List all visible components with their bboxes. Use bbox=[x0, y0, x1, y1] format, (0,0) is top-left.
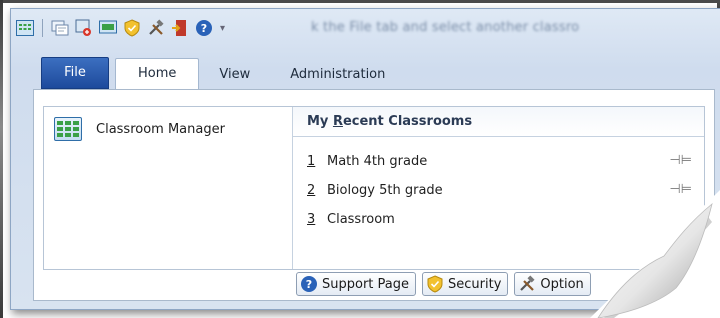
heading-prefix: My bbox=[307, 114, 333, 129]
recent-item[interactable]: 3 Classroom bbox=[307, 205, 692, 234]
classroom-manager-item[interactable]: Classroom Manager bbox=[54, 117, 225, 141]
tools-icon bbox=[518, 275, 536, 293]
security-button[interactable]: Security bbox=[422, 272, 509, 296]
toolbar-separator bbox=[42, 19, 43, 37]
recent-item-name: Biology 5th grade bbox=[327, 183, 443, 198]
title-hint-text: k the File tab and select another classr… bbox=[311, 20, 580, 35]
tools-icon[interactable] bbox=[146, 18, 166, 38]
help-icon[interactable]: ? bbox=[194, 18, 214, 38]
pin-icon[interactable]: ⊣⊨ bbox=[669, 182, 692, 197]
recent-item[interactable]: 1 Math 4th grade ⊣⊨ bbox=[307, 147, 692, 176]
recent-classrooms-list: 1 Math 4th grade ⊣⊨ 2 Biology 5th grade … bbox=[307, 147, 692, 234]
app-window: ? ▾ k the File tab and select another cl… bbox=[10, 8, 720, 310]
options-button[interactable]: Option bbox=[514, 272, 591, 296]
frame-top bbox=[0, 0, 720, 3]
tab-file-label: File bbox=[64, 65, 86, 80]
heading-suffix: ecent Classrooms bbox=[342, 114, 473, 129]
quick-access-toolbar: ? ▾ bbox=[15, 15, 225, 41]
screenshot-stage: ? ▾ k the File tab and select another cl… bbox=[0, 0, 720, 318]
grid-icon bbox=[54, 117, 82, 141]
recent-classrooms-section: My Recent Classrooms 1 Math 4th grade ⊣⊨… bbox=[293, 107, 704, 269]
recent-classrooms-heading: My Recent Classrooms bbox=[293, 107, 704, 137]
backstage-button-bar: ? Support Page Security Option bbox=[296, 272, 591, 296]
support-page-label: Support Page bbox=[322, 276, 409, 292]
recent-item-name: Math 4th grade bbox=[327, 154, 428, 169]
monitor-icon[interactable] bbox=[98, 18, 118, 38]
classroom-grid-icon[interactable] bbox=[15, 18, 35, 38]
support-page-button[interactable]: ? Support Page bbox=[296, 272, 416, 296]
customize-toolbar-dropdown[interactable]: ▾ bbox=[220, 23, 225, 34]
recent-item-number: 3 bbox=[307, 212, 316, 227]
exit-door-icon[interactable] bbox=[170, 18, 190, 38]
security-label: Security bbox=[448, 276, 502, 292]
recent-item-number: 1 bbox=[307, 154, 316, 169]
options-label: Option bbox=[540, 276, 584, 292]
send-files-icon[interactable] bbox=[74, 18, 94, 38]
svg-text:?: ? bbox=[201, 22, 207, 35]
message-icon[interactable] bbox=[50, 18, 70, 38]
heading-access-key: R bbox=[332, 114, 343, 129]
shield-icon[interactable] bbox=[122, 18, 142, 38]
shield-icon bbox=[426, 275, 444, 293]
pin-icon[interactable]: ⊣⊨ bbox=[669, 153, 692, 168]
backstage-content: Classroom Manager My Recent Classrooms 1… bbox=[43, 106, 705, 270]
tab-home[interactable]: Home bbox=[115, 58, 200, 89]
recent-item-number: 2 bbox=[307, 183, 316, 198]
backstage-panel: Classroom Manager My Recent Classrooms 1… bbox=[33, 89, 715, 301]
frame-left bbox=[0, 0, 3, 318]
help-icon: ? bbox=[300, 275, 318, 293]
ribbon-tabs: File Home View Administration bbox=[41, 57, 405, 89]
recent-item[interactable]: 2 Biology 5th grade ⊣⊨ bbox=[307, 176, 692, 205]
tab-file[interactable]: File bbox=[41, 57, 109, 89]
tab-administration[interactable]: Administration bbox=[270, 61, 405, 89]
left-column: Classroom Manager bbox=[44, 107, 293, 269]
svg-text:?: ? bbox=[306, 278, 312, 291]
classroom-manager-label: Classroom Manager bbox=[96, 121, 225, 137]
recent-item-name: Classroom bbox=[327, 212, 395, 227]
tab-view[interactable]: View bbox=[199, 61, 270, 89]
